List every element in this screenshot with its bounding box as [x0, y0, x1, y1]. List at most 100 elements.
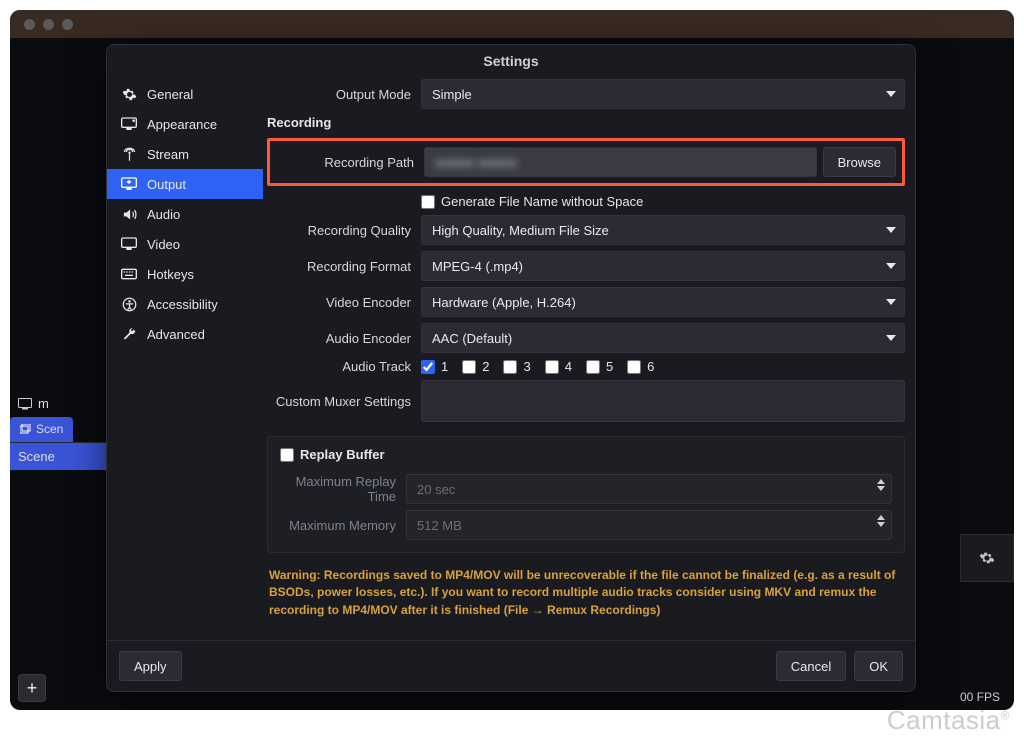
checkbox-icon[interactable] [503, 360, 517, 374]
generate-filename-checkbox[interactable]: Generate File Name without Space [421, 194, 905, 209]
audio-track-3[interactable]: 3 [503, 359, 530, 374]
window-titlebar [10, 10, 1014, 38]
checkbox-icon[interactable] [627, 360, 641, 374]
output-mode-select[interactable]: Simple [421, 79, 905, 109]
recording-quality-select[interactable]: High Quality, Medium File Size [421, 215, 905, 245]
app-window: m Scen Scene + 00 FPS Settings [10, 10, 1014, 710]
chevron-down-icon [886, 91, 896, 97]
sidebar-item-video[interactable]: Video [107, 229, 263, 259]
back-settings-cell[interactable] [960, 534, 1014, 582]
chevron-down-icon [886, 299, 896, 305]
sidebar-item-label: Video [147, 237, 180, 252]
back-right-column [960, 510, 1014, 582]
track-label: 4 [565, 359, 572, 374]
checkbox-icon[interactable] [280, 448, 294, 462]
video-encoder-select[interactable]: Hardware (Apple, H.264) [421, 287, 905, 317]
settings-content: Output Mode Simple Recording Recording P… [263, 73, 915, 640]
max-replay-time-input[interactable]: 20 sec [406, 474, 892, 504]
stepper-icon[interactable] [877, 479, 885, 491]
sidebar-item-label: Advanced [147, 327, 205, 342]
checkbox-icon[interactable] [421, 360, 435, 374]
sidebar-item-output[interactable]: Output [107, 169, 263, 199]
sidebar-item-audio[interactable]: Audio [107, 199, 263, 229]
track-label: 5 [606, 359, 613, 374]
traffic-light-close-icon[interactable] [24, 19, 35, 30]
audio-track-4[interactable]: 4 [545, 359, 572, 374]
recording-path-label: Recording Path [276, 155, 424, 170]
track-label: 3 [523, 359, 530, 374]
generate-filename-label: Generate File Name without Space [441, 194, 643, 209]
accessibility-icon [121, 296, 137, 312]
replay-buffer-checkbox[interactable]: Replay Buffer [280, 447, 892, 462]
monitor-icon [18, 398, 32, 410]
checkbox-icon[interactable] [421, 195, 435, 209]
replay-buffer-label: Replay Buffer [300, 447, 385, 462]
max-memory-label: Maximum Memory [280, 518, 406, 533]
gear-icon [979, 550, 995, 566]
back-scene-item[interactable]: Scene [10, 443, 110, 470]
back-scenes-tab[interactable]: Scen [10, 417, 73, 442]
checkbox-icon[interactable] [462, 360, 476, 374]
sidebar-item-label: Accessibility [147, 297, 218, 312]
browse-button[interactable]: Browse [823, 147, 896, 177]
scenes-icon [20, 424, 32, 434]
dialog-footer: Apply Cancel OK [107, 640, 915, 691]
apply-button[interactable]: Apply [119, 651, 182, 681]
custom-muxer-label: Custom Muxer Settings [267, 394, 421, 409]
checkbox-icon[interactable] [586, 360, 600, 374]
sidebar-item-general[interactable]: General [107, 79, 263, 109]
recording-path-input[interactable]: ●●●●● ●●●●● [424, 147, 817, 177]
cancel-button[interactable]: Cancel [776, 651, 846, 681]
audio-track-label: Audio Track [267, 359, 421, 374]
back-m-label: m [38, 396, 49, 411]
chevron-down-icon [886, 335, 896, 341]
ok-button[interactable]: OK [854, 651, 903, 681]
stepper-icon[interactable] [877, 515, 885, 527]
dialog-title: Settings [107, 45, 915, 73]
sidebar-item-label: Audio [147, 207, 180, 222]
back-fps-label: 00 FPS [960, 690, 1000, 704]
output-mode-label: Output Mode [267, 87, 421, 102]
sidebar-item-label: Appearance [147, 117, 217, 132]
chevron-down-icon [886, 227, 896, 233]
custom-muxer-input[interactable] [421, 380, 905, 422]
replay-buffer-panel: Replay Buffer Maximum Replay Time 20 sec… [267, 436, 905, 553]
sidebar-item-label: Output [147, 177, 186, 192]
track-label: 6 [647, 359, 654, 374]
back-add-button[interactable]: + [18, 674, 46, 702]
audio-track-2[interactable]: 2 [462, 359, 489, 374]
gear-icon [121, 86, 137, 102]
speaker-icon [121, 206, 137, 222]
sidebar-item-advanced[interactable]: Advanced [107, 319, 263, 349]
sidebar-item-stream[interactable]: Stream [107, 139, 263, 169]
back-tabbar: Scen [10, 417, 110, 443]
audio-track-1[interactable]: 1 [421, 359, 448, 374]
sidebar-item-appearance[interactable]: Appearance [107, 109, 263, 139]
sidebar-item-label: Stream [147, 147, 189, 162]
back-monitor-row: m [10, 390, 110, 417]
chevron-down-icon [886, 263, 896, 269]
sidebar-item-label: Hotkeys [147, 267, 194, 282]
audio-encoder-label: Audio Encoder [267, 331, 421, 346]
audio-encoder-select[interactable]: AAC (Default) [421, 323, 905, 353]
appearance-icon [121, 116, 137, 132]
video-encoder-label: Video Encoder [267, 295, 421, 310]
recording-format-select[interactable]: MPEG-4 (.mp4) [421, 251, 905, 281]
watermark: Camtasia® [887, 705, 1010, 736]
sidebar-item-hotkeys[interactable]: Hotkeys [107, 259, 263, 289]
recording-section-header: Recording [267, 115, 905, 130]
sidebar-item-accessibility[interactable]: Accessibility [107, 289, 263, 319]
max-memory-input[interactable]: 512 MB [406, 510, 892, 540]
traffic-light-max-icon[interactable] [62, 19, 73, 30]
monitor-icon [121, 236, 137, 252]
audio-track-group: 12 3 4 5 6 [421, 359, 905, 374]
wrench-icon [121, 326, 137, 342]
antenna-icon [121, 146, 137, 162]
recording-quality-label: Recording Quality [267, 223, 421, 238]
sidebar-item-label: General [147, 87, 193, 102]
audio-track-5[interactable]: 5 [586, 359, 613, 374]
traffic-light-min-icon[interactable] [43, 19, 54, 30]
warning-text: Warning: Recordings saved to MP4/MOV wil… [269, 567, 903, 619]
audio-track-6[interactable]: 6 [627, 359, 654, 374]
checkbox-icon[interactable] [545, 360, 559, 374]
